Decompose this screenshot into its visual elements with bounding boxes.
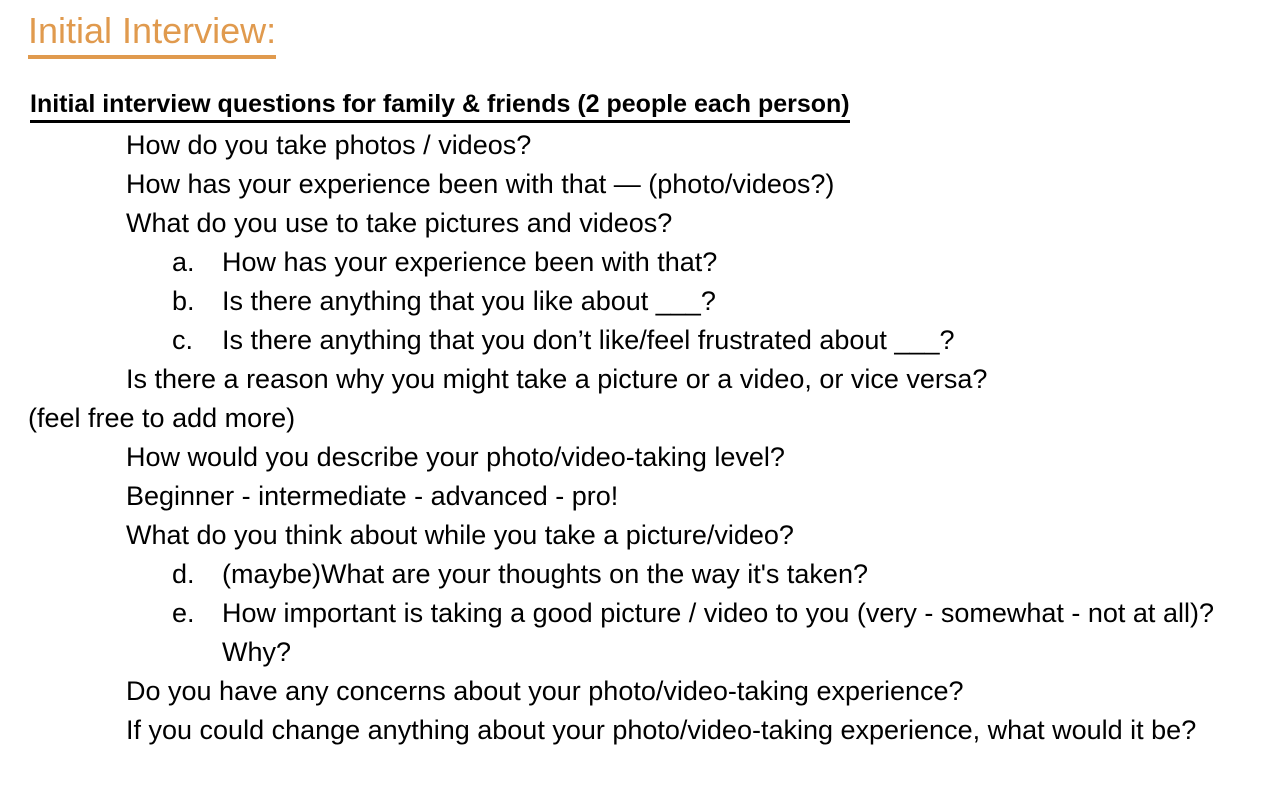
list-marker: a. bbox=[172, 247, 195, 277]
question-sub-item: d. (maybe)What are your thoughts on the w… bbox=[0, 555, 1274, 594]
question-sub-item: b. Is there anything that you like about … bbox=[0, 282, 1274, 321]
question-item: What do you think about while you take a… bbox=[0, 516, 1274, 555]
question-text: (maybe)What are your thoughts on the way… bbox=[222, 559, 868, 589]
section-heading: Initial interview questions for family &… bbox=[30, 88, 850, 123]
question-text: (feel free to add more) bbox=[28, 403, 296, 433]
question-text: Is there a reason why you might take a p… bbox=[126, 364, 988, 394]
question-text: How has your experience been with that? bbox=[222, 247, 718, 277]
list-marker: c. bbox=[172, 325, 194, 355]
question-text: Is there anything that you like about __… bbox=[222, 286, 716, 316]
question-item: What do you use to take pictures and vid… bbox=[0, 204, 1274, 243]
question-text: How has your experience been with that —… bbox=[126, 169, 835, 199]
question-item: Is there a reason why you might take a p… bbox=[0, 360, 1274, 399]
question-text: How would you describe your photo/video-… bbox=[126, 442, 785, 472]
question-sub-item: c. Is there anything that you don’t like/… bbox=[0, 321, 1274, 360]
question-text: Beginner - intermediate - advanced - pro… bbox=[126, 481, 619, 511]
question-sub-item: e. How important is taking a good picture… bbox=[0, 594, 1274, 672]
question-text: Do you have any concerns about your phot… bbox=[126, 676, 964, 706]
page-title-text: Initial Interview: bbox=[28, 8, 277, 59]
document-page: Initial Interview: Initial interview que… bbox=[0, 0, 1274, 812]
question-text: How important is taking a good picture /… bbox=[222, 598, 1222, 667]
question-sub-item: a. How has your experience been with that… bbox=[0, 243, 1274, 282]
question-text: If you could change anything about your … bbox=[126, 715, 1197, 745]
list-marker: e. bbox=[172, 598, 195, 628]
question-list: How do you take photos / videos? How has … bbox=[0, 126, 1274, 750]
question-item: If you could change anything about your … bbox=[0, 711, 1274, 750]
question-text: What do you use to take pictures and vid… bbox=[126, 208, 673, 238]
question-text: Is there anything that you don’t like/fe… bbox=[222, 325, 955, 355]
list-marker: b. bbox=[172, 286, 195, 316]
question-text: How do you take photos / videos? bbox=[126, 130, 532, 160]
question-item: How has your experience been with that —… bbox=[0, 165, 1274, 204]
question-item: Do you have any concerns about your phot… bbox=[0, 672, 1274, 711]
page-title: Initial Interview: bbox=[28, 8, 277, 59]
question-text: What do you think about while you take a… bbox=[126, 520, 794, 550]
question-item: How do you take photos / videos? bbox=[0, 126, 1274, 165]
question-item: (feel free to add more) bbox=[0, 399, 1274, 438]
question-item: Beginner - intermediate - advanced - pro… bbox=[0, 477, 1274, 516]
question-item: How would you describe your photo/video-… bbox=[0, 438, 1274, 477]
list-marker: d. bbox=[172, 559, 195, 589]
section-heading-text: Initial interview questions for family &… bbox=[30, 88, 850, 123]
